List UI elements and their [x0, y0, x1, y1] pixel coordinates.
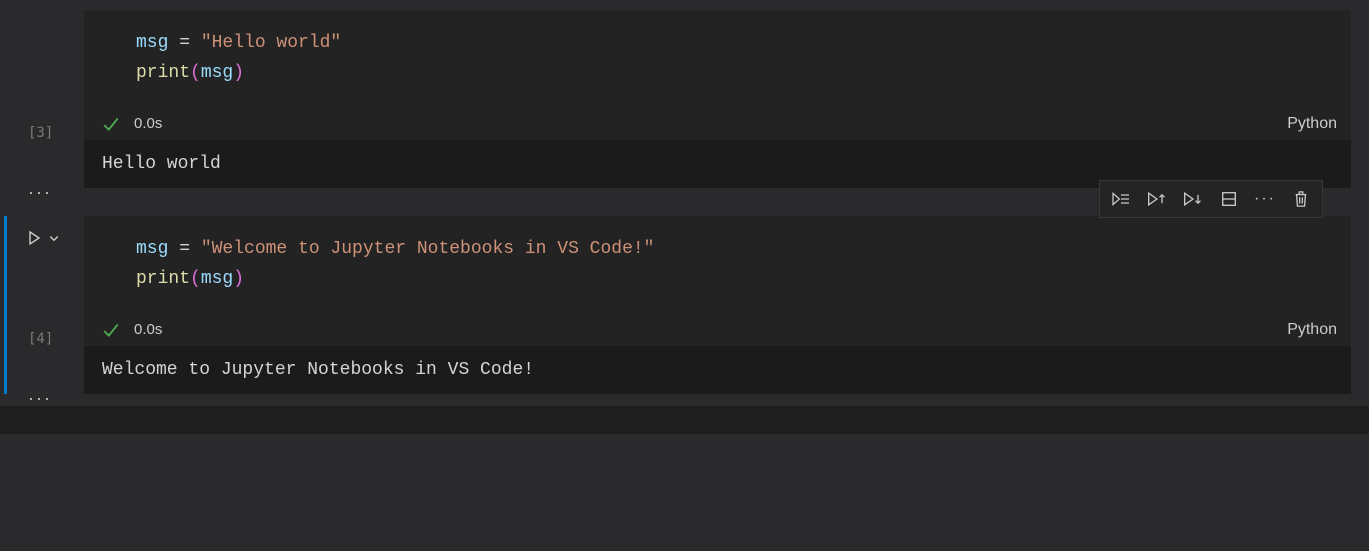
split-cell-button[interactable]	[1212, 184, 1246, 214]
cell-gutter: [4] ···	[0, 216, 84, 394]
bottom-strip	[0, 406, 1369, 434]
cell-toolbar: ···	[1099, 180, 1323, 218]
execution-time: 0.0s	[134, 321, 162, 338]
cell-main: ··· msg = "Welcome to Jupyter Notebooks …	[84, 216, 1351, 394]
execution-time: 0.0s	[134, 115, 162, 132]
code-token-operator: =	[168, 239, 200, 259]
code-token-string: "Hello world"	[201, 33, 341, 53]
code-token-identifier: msg	[136, 33, 168, 53]
notebook-cell[interactable]: [4] ···	[0, 216, 1369, 394]
run-cell-button[interactable]	[26, 230, 60, 246]
cell-main: msg = "Hello world" print(msg) 0.0s Pyth…	[84, 10, 1351, 188]
ellipsis-icon[interactable]: ···	[28, 182, 52, 203]
code-token-paren: (	[190, 63, 201, 83]
language-label[interactable]: Python	[1287, 115, 1337, 133]
code-editor[interactable]: msg = "Welcome to Jupyter Notebooks in V…	[84, 216, 1351, 312]
run-by-line-button[interactable]	[1104, 184, 1138, 214]
language-label[interactable]: Python	[1287, 321, 1337, 339]
code-editor[interactable]: msg = "Hello world" print(msg)	[84, 10, 1351, 106]
more-actions-button[interactable]: ···	[1248, 184, 1282, 214]
code-token-identifier: msg	[136, 239, 168, 259]
cell-gutter: [3] ···	[0, 10, 84, 188]
execute-below-button[interactable]	[1176, 184, 1210, 214]
code-token-function: print	[136, 269, 190, 289]
notebook-cell[interactable]: [3] ··· msg = "Hello world" print(msg) 0…	[0, 10, 1369, 188]
code-token-paren: )	[233, 269, 244, 289]
code-token-string: "Welcome to Jupyter Notebooks in VS Code…	[201, 239, 655, 259]
code-token-identifier: msg	[201, 269, 233, 289]
execute-above-button[interactable]	[1140, 184, 1174, 214]
cell-status-bar: 0.0s Python	[84, 106, 1351, 140]
code-token-identifier: msg	[201, 63, 233, 83]
check-icon	[102, 115, 120, 133]
delete-cell-button[interactable]	[1284, 184, 1318, 214]
ellipsis-icon[interactable]: ···	[28, 388, 52, 409]
cell-output: Welcome to Jupyter Notebooks in VS Code!	[84, 346, 1351, 394]
check-icon	[102, 321, 120, 339]
code-token-function: print	[136, 63, 190, 83]
code-token-paren: )	[233, 63, 244, 83]
notebook-container: [3] ··· msg = "Hello world" print(msg) 0…	[0, 0, 1369, 551]
execution-count: [3]	[28, 125, 53, 141]
cell-status-bar: 0.0s Python	[84, 312, 1351, 346]
chevron-down-icon[interactable]	[48, 232, 60, 244]
code-token-paren: (	[190, 269, 201, 289]
code-token-operator: =	[168, 33, 200, 53]
selection-indicator	[4, 216, 7, 394]
execution-count: [4]	[28, 331, 53, 347]
